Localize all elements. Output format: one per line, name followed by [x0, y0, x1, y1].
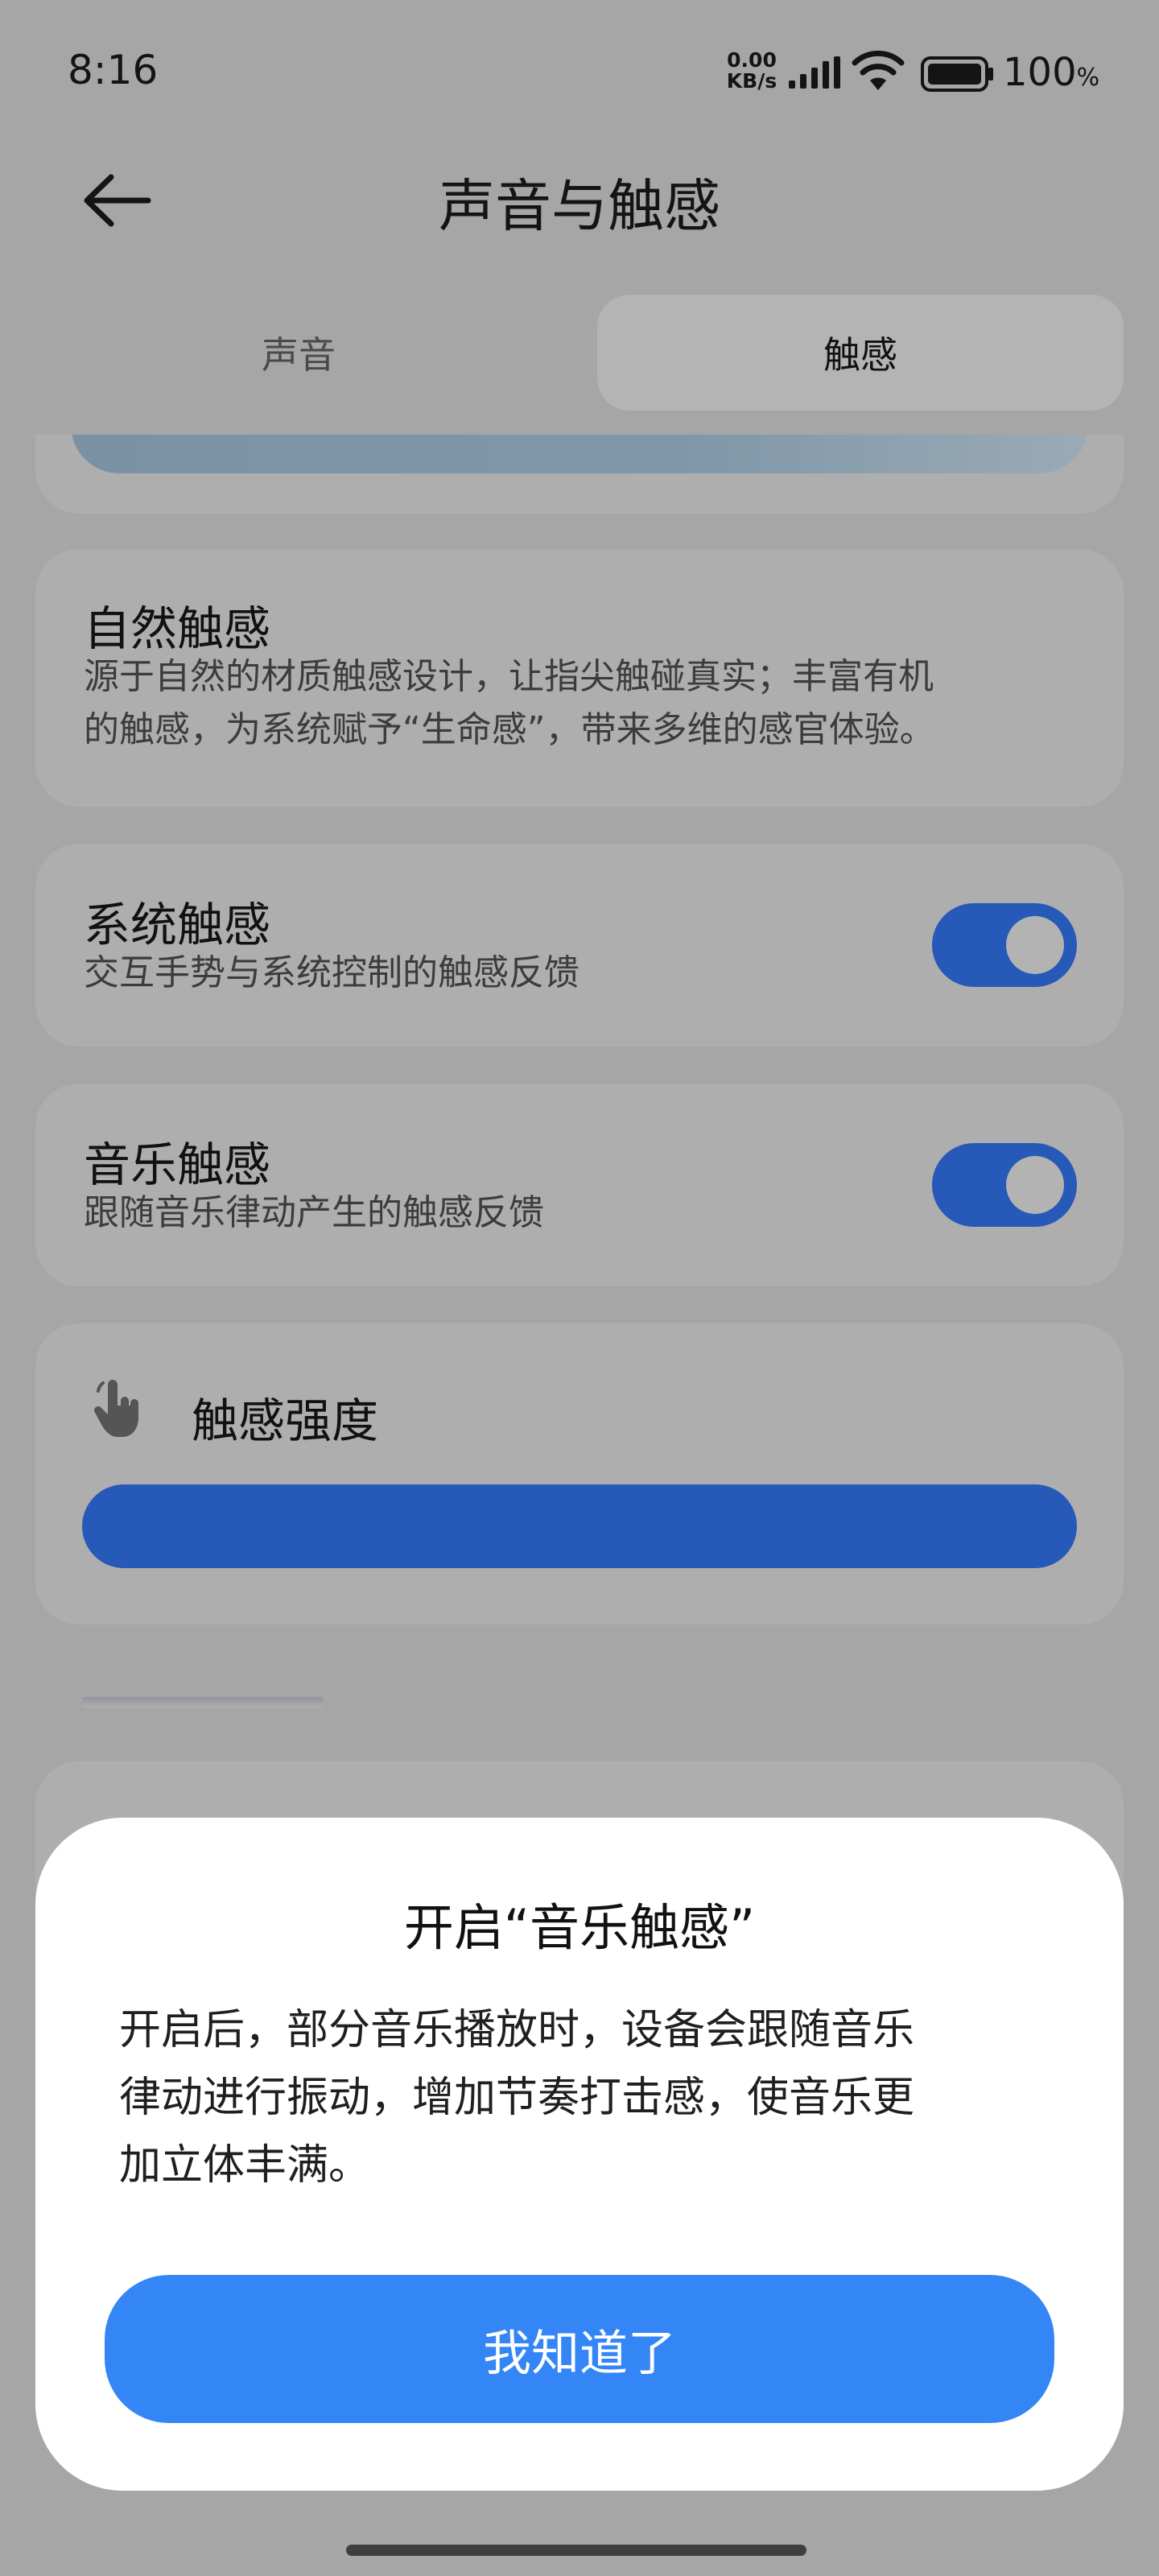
- network-speed: 0.00 KB/s: [720, 50, 784, 92]
- system-haptics-toggle[interactable]: [932, 903, 1077, 987]
- battery-icon: [921, 56, 993, 92]
- system-haptics-card[interactable]: 系统触感 交互手势与系统控制的触感反馈: [35, 844, 1124, 1046]
- system-haptics-title: 系统触感: [84, 898, 271, 952]
- network-speed-value: 0.00: [727, 48, 777, 72]
- haptic-preview-image: [71, 435, 1088, 473]
- battery-percentage: 100%: [1003, 50, 1099, 95]
- wifi-icon: [852, 50, 905, 90]
- home-indicator[interactable]: [346, 2545, 806, 2556]
- music-haptics-description: 跟随音乐律动产生的触感反馈: [84, 1192, 544, 1233]
- battery-unit: %: [1076, 64, 1100, 92]
- tab-haptics[interactable]: 触感: [597, 295, 1124, 411]
- dialog-body-line: 加立体丰满。: [119, 2141, 371, 2190]
- page-title: 声音与触感: [439, 173, 720, 239]
- battery-level: 100: [1003, 50, 1077, 95]
- hand-tap-icon: [94, 1380, 138, 1437]
- haptic-intensity-title: 触感强度: [192, 1393, 379, 1448]
- toggle-knob: [1006, 916, 1064, 974]
- status-time: 8:16: [68, 47, 159, 93]
- music-haptics-dialog: 开启“音乐触感” 开启后，部分音乐播放时，设备会跟随音乐 律动进行振动，增加节奏…: [35, 1818, 1124, 2491]
- dialog-title: 开启“音乐触感”: [403, 1898, 756, 1957]
- tab-sound[interactable]: 声音: [37, 295, 560, 411]
- signal-icon: [789, 56, 840, 89]
- natural-haptics-title: 自然触感: [84, 601, 271, 656]
- natural-haptics-description: 源于自然的材质触感设计，让指尖触碰真实；丰富有机 的触感，为系统赋予“生命感”，…: [84, 650, 935, 757]
- system-haptics-description: 交互手势与系统控制的触感反馈: [84, 952, 580, 993]
- natural-haptics-card: 自然触感 源于自然的材质触感设计，让指尖触碰真实；丰富有机 的触感，为系统赋予“…: [35, 549, 1124, 807]
- status-bar: 8:16 0.00 KB/s 100%: [0, 0, 1159, 145]
- haptic-intensity-card: 触感强度: [35, 1323, 1124, 1624]
- haptic-intensity-slider[interactable]: [82, 1484, 1077, 1568]
- natural-haptics-description-line: 的触感，为系统赋予“生命感”，带来多维的感官体验。: [84, 709, 935, 750]
- got-it-button[interactable]: 我知道了: [105, 2275, 1054, 2423]
- music-haptics-card[interactable]: 音乐触感 跟随音乐律动产生的触感反馈: [35, 1084, 1124, 1286]
- network-speed-unit: KB/s: [726, 69, 777, 93]
- toggle-knob: [1006, 1156, 1064, 1214]
- music-haptics-toggle[interactable]: [932, 1143, 1077, 1227]
- music-haptics-title: 音乐触感: [84, 1137, 271, 1192]
- natural-haptics-description-line: 源于自然的材质触感设计，让指尖触碰真实；丰富有机: [84, 656, 934, 697]
- dialog-body-line: 开启后，部分音乐播放时，设备会跟随音乐: [119, 2006, 915, 2054]
- screen: 8:16 0.00 KB/s 100% 声音与触感 声音 触感 自然触感 源于自…: [0, 0, 1159, 2576]
- dialog-body: 开启后，部分音乐播放时，设备会跟随音乐 律动进行振动，增加节奏打击感，使音乐更 …: [119, 1996, 1045, 2199]
- section-header-placeholder: [82, 1697, 324, 1708]
- haptic-preview-card: [35, 435, 1124, 514]
- dialog-body-line: 律动进行振动，增加节奏打击感，使音乐更: [119, 2074, 915, 2122]
